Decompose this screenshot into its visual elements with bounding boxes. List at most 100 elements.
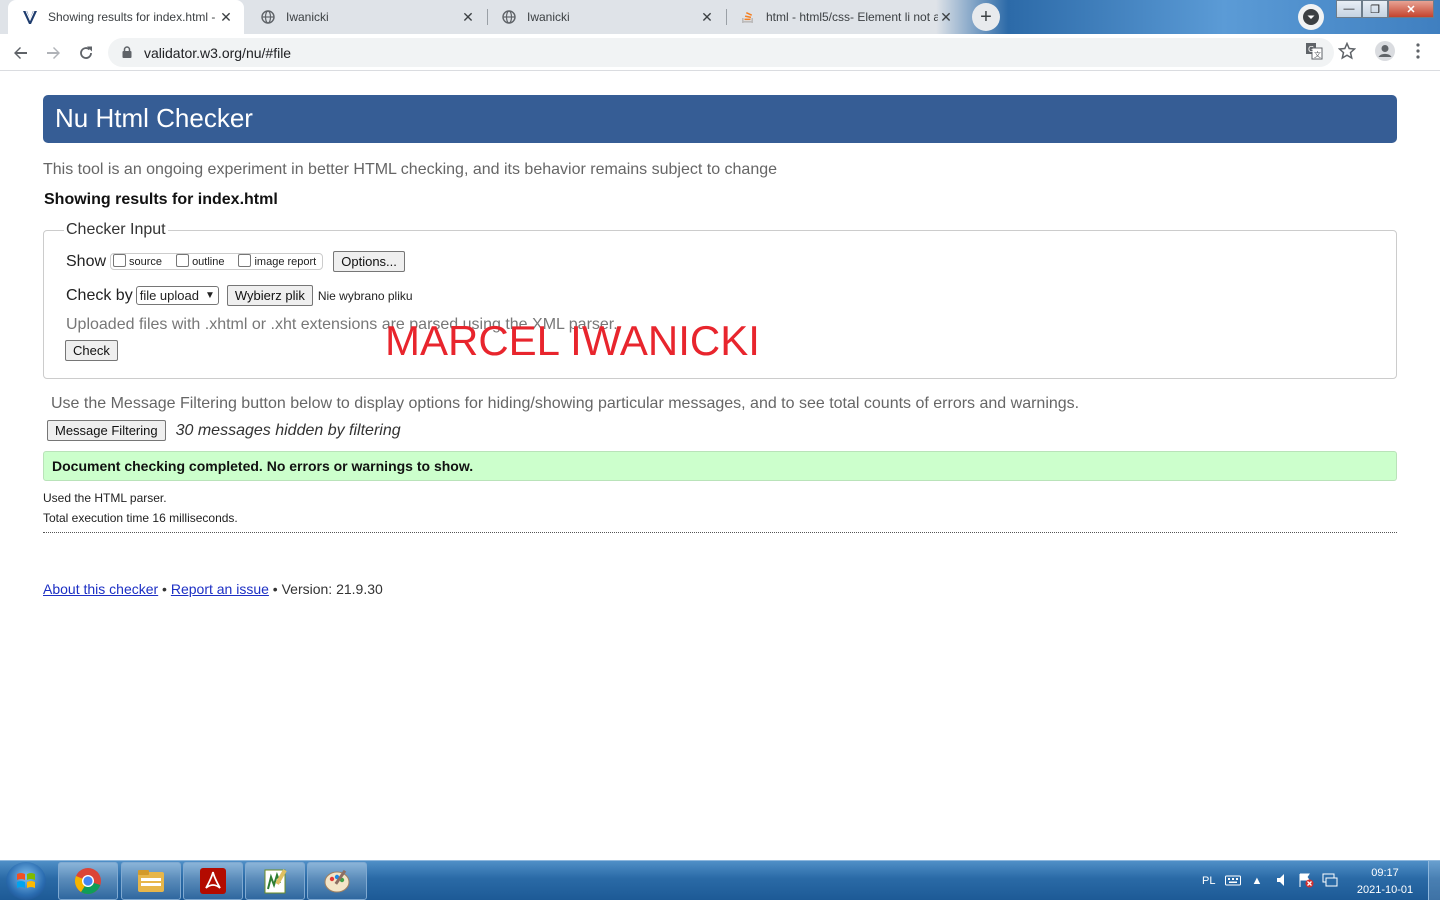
minimize-button[interactable]: — (1336, 0, 1362, 18)
address-bar[interactable]: validator.w3.org/nu/#file (108, 38, 1334, 67)
validator-page: Nu Html Checker This tool is an ongoing … (43, 95, 1397, 597)
show-desktop-button[interactable] (1428, 861, 1440, 900)
about-checker-link[interactable]: About this checker (43, 581, 158, 597)
checkby-label: Check by (66, 286, 133, 304)
taskbar-chrome[interactable] (58, 862, 118, 900)
taskbar-file-explorer[interactable] (121, 862, 181, 900)
chrome-icon (74, 868, 101, 895)
source-checkbox[interactable] (113, 254, 127, 267)
lock-icon (122, 45, 132, 61)
taskbar-paint[interactable] (307, 862, 367, 900)
tab-iwanicki-1[interactable]: Iwanicki ✕ (246, 0, 486, 34)
file-explorer-icon (138, 870, 164, 892)
footer: About this checker • Report an issue • V… (43, 581, 1397, 597)
show-options: source outline image report (110, 253, 324, 270)
chevron-down-icon: ▼ (204, 290, 215, 301)
tab-title: Iwanicki (286, 10, 329, 24)
tab-stackoverflow[interactable]: html - html5/css- Element li not al ✕ (726, 0, 964, 34)
forward-arrow-icon (47, 47, 60, 59)
page-title: Nu Html Checker (43, 95, 1397, 143)
checkby-select[interactable]: file upload ▼ (135, 286, 219, 305)
outline-label: outline (192, 255, 225, 268)
options-button[interactable]: Options... (333, 251, 405, 272)
globe-icon (501, 9, 517, 25)
language-indicator[interactable]: PL (1202, 875, 1215, 887)
check-button[interactable]: Check (65, 340, 118, 361)
tab-title: html - html5/css- Element li not al (766, 10, 938, 24)
clock-time: 09:17 (1371, 867, 1399, 879)
action-center-icon[interactable] (1298, 872, 1314, 891)
notepad-icon (264, 869, 287, 894)
svg-text:文: 文 (1314, 50, 1321, 59)
version-text: • Version: 21.9.30 (268, 581, 383, 597)
results-title: Showing results for index.html (44, 191, 278, 208)
translate-icon[interactable]: G文 (1305, 42, 1323, 65)
no-file-text: Nie wybrano pliku (317, 288, 413, 303)
show-row: Show source outline image report Options… (66, 251, 1374, 272)
window-controls: — ❐ ✕ (1336, 0, 1434, 18)
close-tab-icon[interactable]: ✕ (938, 9, 954, 26)
clock-date: 2021-10-01 (1356, 884, 1414, 896)
start-button[interactable] (6, 862, 46, 900)
volume-icon[interactable] (1276, 873, 1288, 890)
menu-kebab-icon[interactable] (1412, 42, 1424, 65)
tab-iwanicki-2[interactable]: Iwanicki ✕ (487, 0, 725, 34)
system-tray: PL ▲ (1202, 861, 1338, 900)
intro-text: This tool is an ongoing experiment in be… (43, 161, 778, 178)
back-button[interactable] (8, 40, 34, 66)
divider (43, 532, 1397, 533)
acrobat-icon (200, 868, 226, 894)
message-filtering-button[interactable]: Message Filtering (47, 420, 166, 441)
show-source-option[interactable]: source (113, 254, 163, 268)
close-tab-icon[interactable]: ✕ (218, 9, 234, 26)
forward-button[interactable] (40, 40, 66, 66)
taskbar-acrobat[interactable] (183, 862, 243, 900)
windows-taskbar: PL ▲ 09:17 2021-10-01 (0, 860, 1440, 900)
tab-title: Iwanicki (527, 10, 570, 24)
tab-validator[interactable]: Showing results for index.html - Nu ✕ (8, 0, 244, 34)
footer-separator: • (158, 581, 171, 597)
report-issue-link[interactable]: Report an issue (171, 581, 269, 597)
watermark-text: MARCEL IWANICKI (385, 317, 760, 364)
hidden-messages-count: 30 messages hidden by filtering (175, 421, 401, 439)
close-tab-icon[interactable]: ✕ (699, 9, 715, 26)
show-outline-option[interactable]: outline (176, 254, 225, 268)
tab-title: Showing results for index.html - Nu (48, 10, 218, 24)
chevron-down-icon (1303, 9, 1319, 25)
checkby-selected-value: file upload (139, 288, 199, 303)
new-tab-button[interactable]: + (972, 3, 1000, 31)
validator-favicon-icon (22, 9, 38, 25)
system-clock[interactable]: 09:17 2021-10-01 (1350, 865, 1420, 899)
show-hidden-icons-icon[interactable]: ▲ (1251, 875, 1262, 887)
bookmark-star-icon[interactable] (1337, 41, 1357, 65)
reload-button[interactable] (73, 40, 99, 66)
close-window-button[interactable]: ✕ (1388, 0, 1434, 18)
keyboard-icon[interactable] (1225, 874, 1242, 889)
filter-row: Message Filtering 30 messages hidden by … (47, 420, 1397, 441)
restore-button[interactable]: ❐ (1362, 0, 1388, 18)
reload-icon (80, 46, 92, 59)
network-icon[interactable] (1322, 873, 1338, 890)
outline-checkbox[interactable] (176, 254, 190, 267)
close-tab-icon[interactable]: ✕ (460, 9, 476, 26)
choose-file-button[interactable]: Wybierz plik (226, 285, 313, 306)
browser-toolbar: validator.w3.org/nu/#file G文 (0, 34, 1440, 71)
taskbar-notepad[interactable] (245, 862, 305, 900)
image-report-label: image report (254, 255, 317, 268)
globe-icon (260, 9, 276, 25)
url-text: validator.w3.org/nu/#file (144, 44, 292, 61)
execution-time: Total execution time 16 milliseconds. (43, 511, 238, 525)
tab-strip: Showing results for index.html - Nu ✕ Iw… (0, 0, 1440, 34)
show-label: Show (66, 252, 107, 270)
profile-avatar-icon[interactable] (1374, 40, 1396, 67)
tab-search-button[interactable] (1298, 4, 1324, 30)
parser-info: Used the HTML parser. (43, 491, 167, 505)
stackoverflow-icon (740, 9, 756, 25)
windows-logo-icon (17, 873, 35, 888)
paint-icon (324, 869, 350, 893)
result-meta: Used the HTML parser. Total execution ti… (43, 488, 1397, 528)
checkby-row: Check by file upload ▼ Wybierz plik Nie … (66, 285, 1374, 306)
show-image-report-option[interactable]: image report (238, 254, 317, 268)
source-label: source (129, 255, 163, 268)
image-report-checkbox[interactable] (238, 254, 252, 267)
